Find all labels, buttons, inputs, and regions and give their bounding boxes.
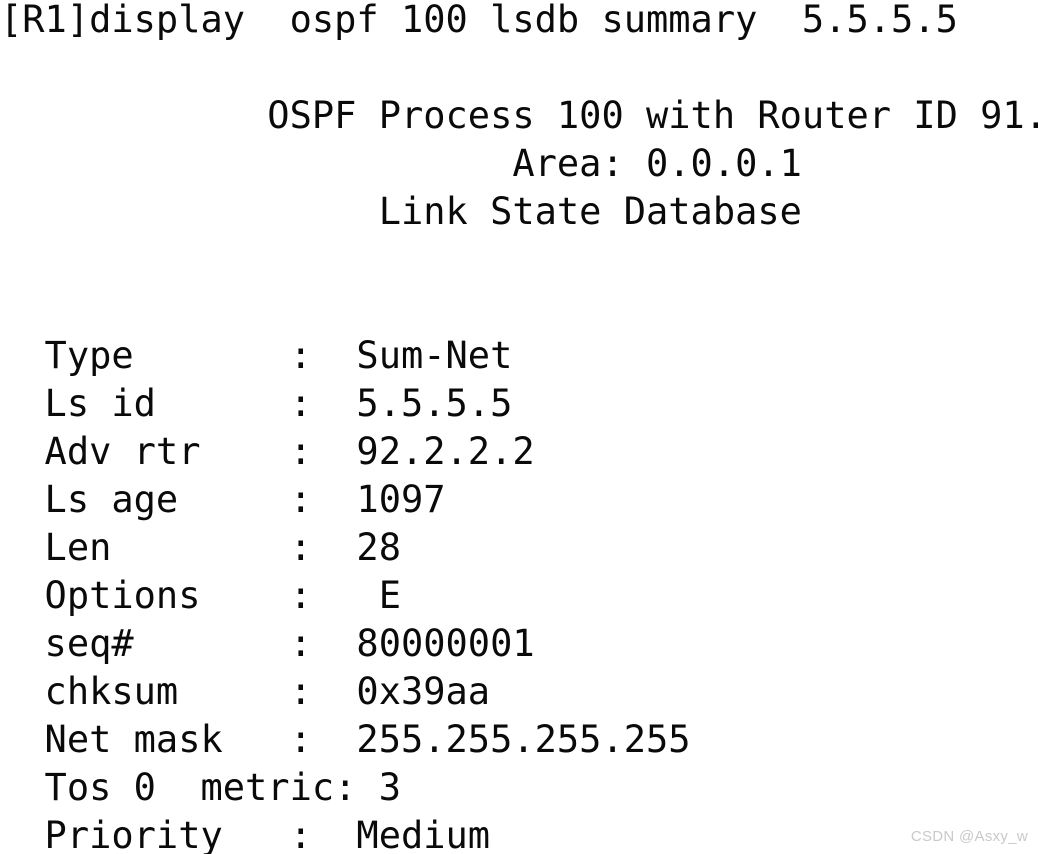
lsa-row-type: Type : Sum-Net (0, 334, 513, 377)
lsa-detail-block: Type : Sum-Net Ls id : 5.5.5.5 Adv rtr :… (0, 332, 1038, 854)
lsa-row-chksum: chksum : 0x39aa (0, 670, 491, 713)
lsa-row-priority: Priority : Medium (0, 814, 491, 854)
lsa-row-options: Options : E (0, 574, 401, 617)
lsa-row-tos-metric: Tos 0 metric: 3 (0, 766, 401, 809)
link-state-database-header: Link State Database (0, 190, 802, 233)
command-echo-region: [R1]display ospf 100 lsdb summary 5.5.5.… (0, 0, 1038, 44)
lsa-row-ls-id: Ls id : 5.5.5.5 (0, 382, 513, 425)
lsa-row-adv-rtr: Adv rtr : 92.2.2.2 (0, 430, 535, 473)
ospf-area-header: Area: 0.0.0.1 (0, 142, 802, 185)
ospf-banner: OSPF Process 100 with Router ID 91.1.1. … (0, 92, 1038, 236)
lsa-row-len: Len : 28 (0, 526, 401, 569)
lsa-row-ls-age: Ls age : 1097 (0, 478, 446, 521)
lsa-row-net-mask: Net mask : 255.255.255.255 (0, 718, 691, 761)
terminal-screen: [R1]display ospf 100 lsdb summary 5.5.5.… (0, 0, 1038, 854)
ospf-process-header: OSPF Process 100 with Router ID 91.1.1. (0, 94, 1038, 137)
lsa-row-seq: seq# : 80000001 (0, 622, 535, 665)
command-prompt-line: [R1]display ospf 100 lsdb summary 5.5.5.… (0, 0, 958, 41)
csdn-watermark: CSDN @Asxy_w (910, 828, 1028, 845)
